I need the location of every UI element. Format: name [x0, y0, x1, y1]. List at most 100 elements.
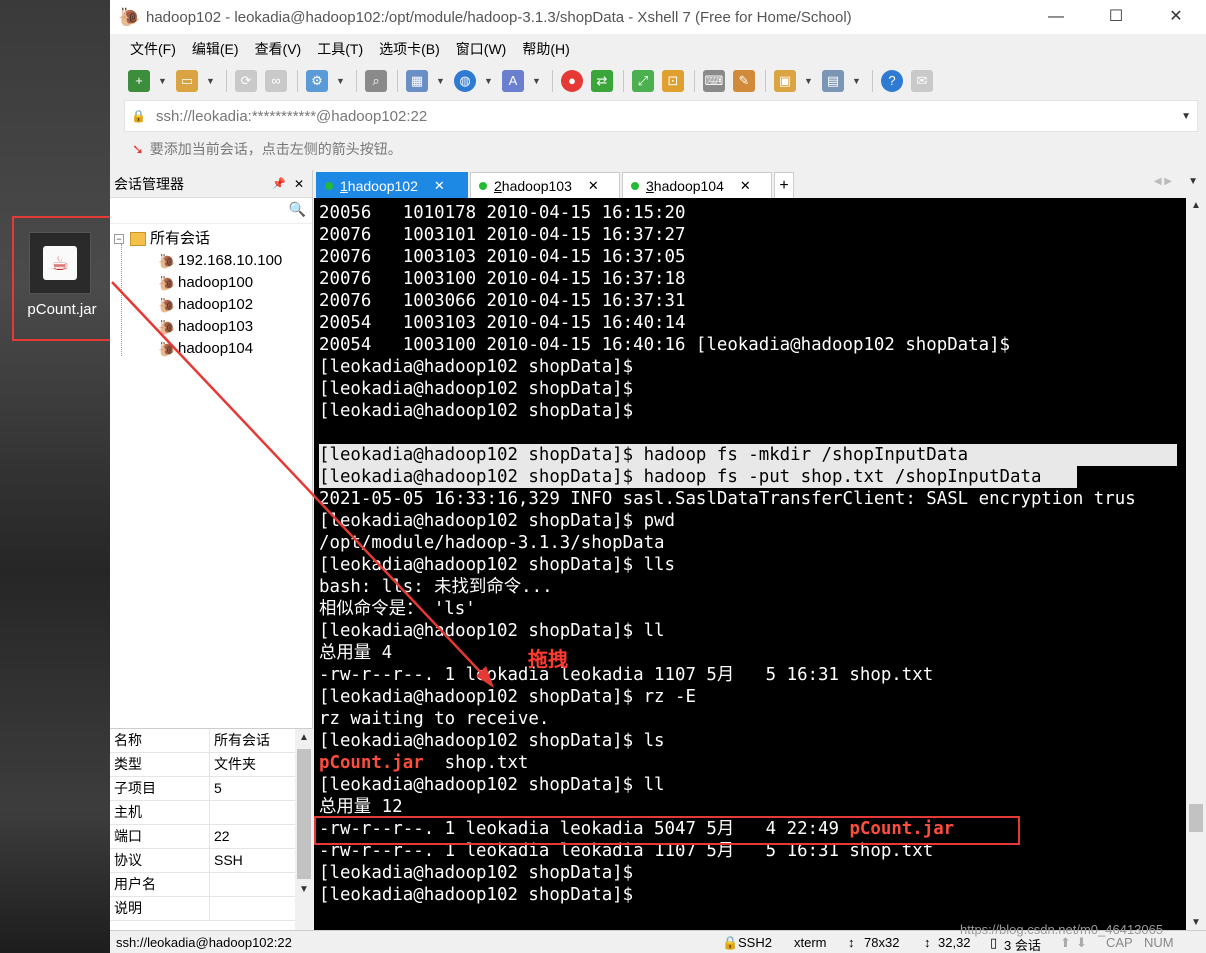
properties-icon[interactable]: ⚙ [306, 70, 328, 92]
session-hint-bar: ➘ 要添加当前会话，点击左侧的箭头按钮。 [110, 132, 1206, 166]
tab-list-icon[interactable]: ▼ [1188, 176, 1198, 187]
chevron-down-icon[interactable]: ▼ [1181, 111, 1191, 122]
tab-hadoop103[interactable]: 2 hadoop103 ✕ [470, 172, 620, 198]
session-tabs: 1 hadoop102 ✕ 2 hadoop103 ✕ 3 hadoop104 … [314, 170, 1206, 198]
folder-icon [130, 232, 146, 246]
terminal-line: /opt/module/hadoop-3.1.3/shopData [319, 533, 665, 553]
tree-item-192-168-10-100[interactable]: 🐌 192.168.10.100 [158, 250, 282, 272]
reconnect-icon[interactable]: ⟳ [235, 70, 257, 92]
help-icon[interactable]: ? [881, 70, 903, 92]
menu-help[interactable]: 帮助(H) [522, 39, 569, 59]
find-icon[interactable]: ⌕ [365, 70, 387, 92]
tree-root-label: 所有会话 [150, 230, 211, 247]
desktop-file-pcount-jar[interactable]: ☕ pCount.jar [12, 216, 112, 341]
menu-file[interactable]: 文件(F) [130, 39, 176, 59]
tree-item-label: hadoop103 [178, 318, 254, 335]
globe-icon[interactable]: ◍ [454, 70, 476, 92]
tree-root-all-sessions[interactable]: − 所有会话 [114, 228, 210, 250]
keyboard-icon[interactable]: ⌨ [703, 70, 725, 92]
search-icon[interactable]: 🔍 [289, 201, 306, 218]
session-tree: − 所有会话 🐌 192.168.10.100 🐌 hadoop100 🐌 ha… [110, 224, 312, 734]
connected-status-icon [479, 181, 487, 190]
dropdown-arrow-icon[interactable]: ▼ [206, 70, 215, 92]
terminal-line-ls-output: pCount.jar shop.txt [319, 752, 528, 774]
tab-hadoop102[interactable]: 1 hadoop102 ✕ [316, 172, 468, 198]
terminal-line: [leokadia@hadoop102 shopData]$ ll [319, 775, 665, 795]
dropdown-arrow-icon[interactable]: ▼ [158, 70, 167, 92]
desktop-background [0, 0, 110, 953]
session-manager-title: 会话管理器 [114, 175, 184, 192]
scroll-up-icon[interactable]: ▲ [295, 729, 313, 747]
new-tab-group-icon[interactable]: ▣ [774, 70, 796, 92]
xshell-icon[interactable]: ● [561, 70, 583, 92]
scroll-thumb[interactable] [1189, 804, 1203, 832]
tab-scroll-icon[interactable]: ◀ ▶ [1154, 176, 1172, 187]
arrow-down-icon[interactable]: ⬇ [1076, 935, 1087, 951]
maximize-button[interactable]: ☐ [1086, 0, 1146, 34]
tile-windows-icon[interactable]: ▤ [822, 70, 844, 92]
terminal-line: [leokadia@hadoop102 shopData]$ ll [319, 621, 665, 641]
scroll-up-icon[interactable]: ▲ [1186, 200, 1206, 211]
highlight-icon[interactable]: ✎ [733, 70, 755, 92]
dropdown-arrow-icon[interactable]: ▼ [436, 70, 445, 92]
xftp-icon[interactable]: ⇄ [591, 70, 613, 92]
properties-scrollbar[interactable]: ▲ ▼ [295, 729, 313, 931]
menu-window[interactable]: 窗口(W) [456, 39, 507, 59]
tree-item-hadoop102[interactable]: 🐌 hadoop102 [158, 294, 253, 316]
scroll-down-icon[interactable]: ▼ [295, 881, 313, 899]
property-row: 名称 所有会话 [110, 729, 313, 753]
pin-icon[interactable]: 📌 [272, 177, 286, 190]
tab-label: hadoop104 [653, 177, 724, 194]
tab-label: hadoop103 [501, 177, 572, 194]
address-input[interactable]: ssh://leokadia:***********@hadoop102:22 [156, 108, 427, 125]
dropdown-arrow-icon[interactable]: ▼ [336, 70, 345, 92]
terminal-line: 20076 1003100 2010-04-15 16:37:18 [319, 269, 686, 289]
open-folder-icon[interactable]: ▭ [176, 70, 198, 92]
session-search[interactable]: 🔍 [110, 198, 312, 224]
collapse-icon[interactable]: − [114, 234, 124, 244]
lock-icon[interactable]: ⊡ [662, 70, 684, 92]
terminal-line: [leokadia@hadoop102 shopData]$ [319, 401, 634, 421]
scroll-down-icon[interactable]: ▼ [1186, 917, 1206, 928]
connected-status-icon [631, 181, 639, 190]
menu-edit[interactable]: 编辑(E) [192, 39, 239, 59]
close-button[interactable]: ✕ [1146, 0, 1206, 34]
close-tab-icon[interactable]: ✕ [740, 178, 751, 194]
tree-item-hadoop100[interactable]: 🐌 hadoop100 [158, 272, 253, 294]
menu-tabs[interactable]: 选项卡(B) [379, 39, 440, 59]
close-tab-icon[interactable]: ✕ [434, 178, 445, 194]
terminal-line-selected: [leokadia@hadoop102 shopData]$ hadoop fs… [319, 466, 1077, 488]
terminal-scrollbar[interactable]: ▲ ▼ [1186, 198, 1206, 930]
tab-hadoop104[interactable]: 3 hadoop104 ✕ [622, 172, 772, 198]
font-icon[interactable]: A [502, 70, 524, 92]
property-key: 端口 [110, 825, 210, 848]
tree-item-hadoop104[interactable]: 🐌 hadoop104 [158, 338, 253, 360]
tab-number: 1 [340, 177, 348, 194]
tree-item-label: 192.168.10.100 [178, 252, 283, 269]
dropdown-arrow-icon[interactable]: ▼ [532, 70, 541, 92]
minimize-button[interactable]: — [1026, 0, 1086, 34]
terminal-line: bash: lls: 未找到命令... [319, 577, 553, 597]
properties-table: 名称 所有会话 类型 文件夹 子项目 5 主机 端口 22 协议 SSH 用户名 说明 ▲… [110, 728, 313, 931]
menu-tools[interactable]: 工具(T) [317, 39, 363, 59]
menu-view[interactable]: 查看(V) [255, 39, 302, 59]
fullscreen-icon[interactable]: ⤢ [632, 70, 654, 92]
new-session-icon[interactable]: + [128, 70, 150, 92]
scroll-thumb[interactable] [297, 749, 311, 879]
tree-item-hadoop103[interactable]: 🐌 hadoop103 [158, 316, 253, 338]
close-tab-icon[interactable]: ✕ [588, 178, 599, 194]
close-panel-icon[interactable]: ✕ [294, 177, 304, 191]
dropdown-arrow-icon[interactable]: ▼ [804, 70, 813, 92]
chat-icon[interactable]: ✉ [911, 70, 933, 92]
add-session-arrow-icon[interactable]: ➘ [132, 141, 144, 158]
property-key: 名称 [110, 729, 210, 752]
dropdown-arrow-icon[interactable]: ▼ [484, 70, 493, 92]
dropdown-arrow-icon[interactable]: ▼ [852, 70, 861, 92]
property-key: 协议 [110, 849, 210, 872]
address-bar[interactable]: 🔒 ssh://leokadia:***********@hadoop102:2… [124, 100, 1198, 132]
status-num: NUM [1144, 935, 1174, 950]
layout-icon[interactable]: ▦ [406, 70, 428, 92]
disconnect-icon[interactable]: ∞ [265, 70, 287, 92]
arrow-up-icon[interactable]: ⬆ [1060, 935, 1071, 951]
add-tab-button[interactable]: + [774, 172, 794, 198]
